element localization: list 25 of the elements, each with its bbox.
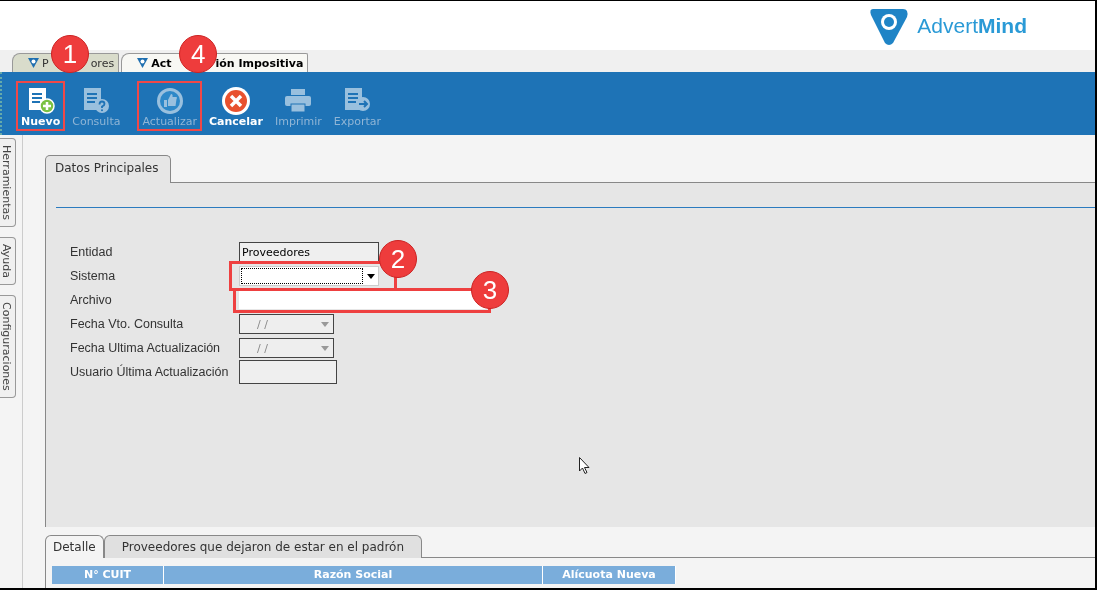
field-label: Usuario Última Actualización bbox=[70, 365, 230, 379]
toolbar-button[interactable]: Nuevo bbox=[16, 81, 66, 131]
toolbar-button[interactable]: Cancelar bbox=[204, 81, 268, 131]
logo-icon bbox=[136, 57, 150, 69]
advertmind-logo: AdvertMind bbox=[867, 4, 1027, 47]
side-tab[interactable]: Ayuda bbox=[0, 236, 16, 285]
date-field[interactable]: / / bbox=[239, 338, 334, 358]
field-label: Entidad bbox=[70, 245, 114, 259]
cursor-icon bbox=[579, 457, 590, 474]
field-label: Fecha Ultima Actualización bbox=[70, 341, 222, 355]
field-label: Fecha Vto. Consulta bbox=[70, 317, 185, 331]
form-tab[interactable]: Datos Principales bbox=[45, 155, 172, 183]
field-label: Sistema bbox=[70, 269, 117, 283]
callout-badge: 2 bbox=[379, 240, 417, 278]
callout-badge: 3 bbox=[471, 271, 509, 309]
tab[interactable]: Proveedores que dejaron de estar en el padrón bbox=[103, 535, 423, 558]
readonly-field: Proveedores bbox=[239, 242, 379, 262]
logo-icon bbox=[27, 57, 40, 69]
dropdown-field[interactable] bbox=[239, 266, 379, 286]
tab[interactable]: Detalle bbox=[45, 535, 104, 558]
side-tab[interactable]: Herramientas bbox=[0, 138, 16, 227]
date-field[interactable]: / / bbox=[239, 314, 334, 334]
field-label: Archivo bbox=[70, 293, 113, 307]
cancel-icon bbox=[219, 85, 252, 115]
side-tab[interactable]: Configuraciones bbox=[0, 294, 16, 398]
